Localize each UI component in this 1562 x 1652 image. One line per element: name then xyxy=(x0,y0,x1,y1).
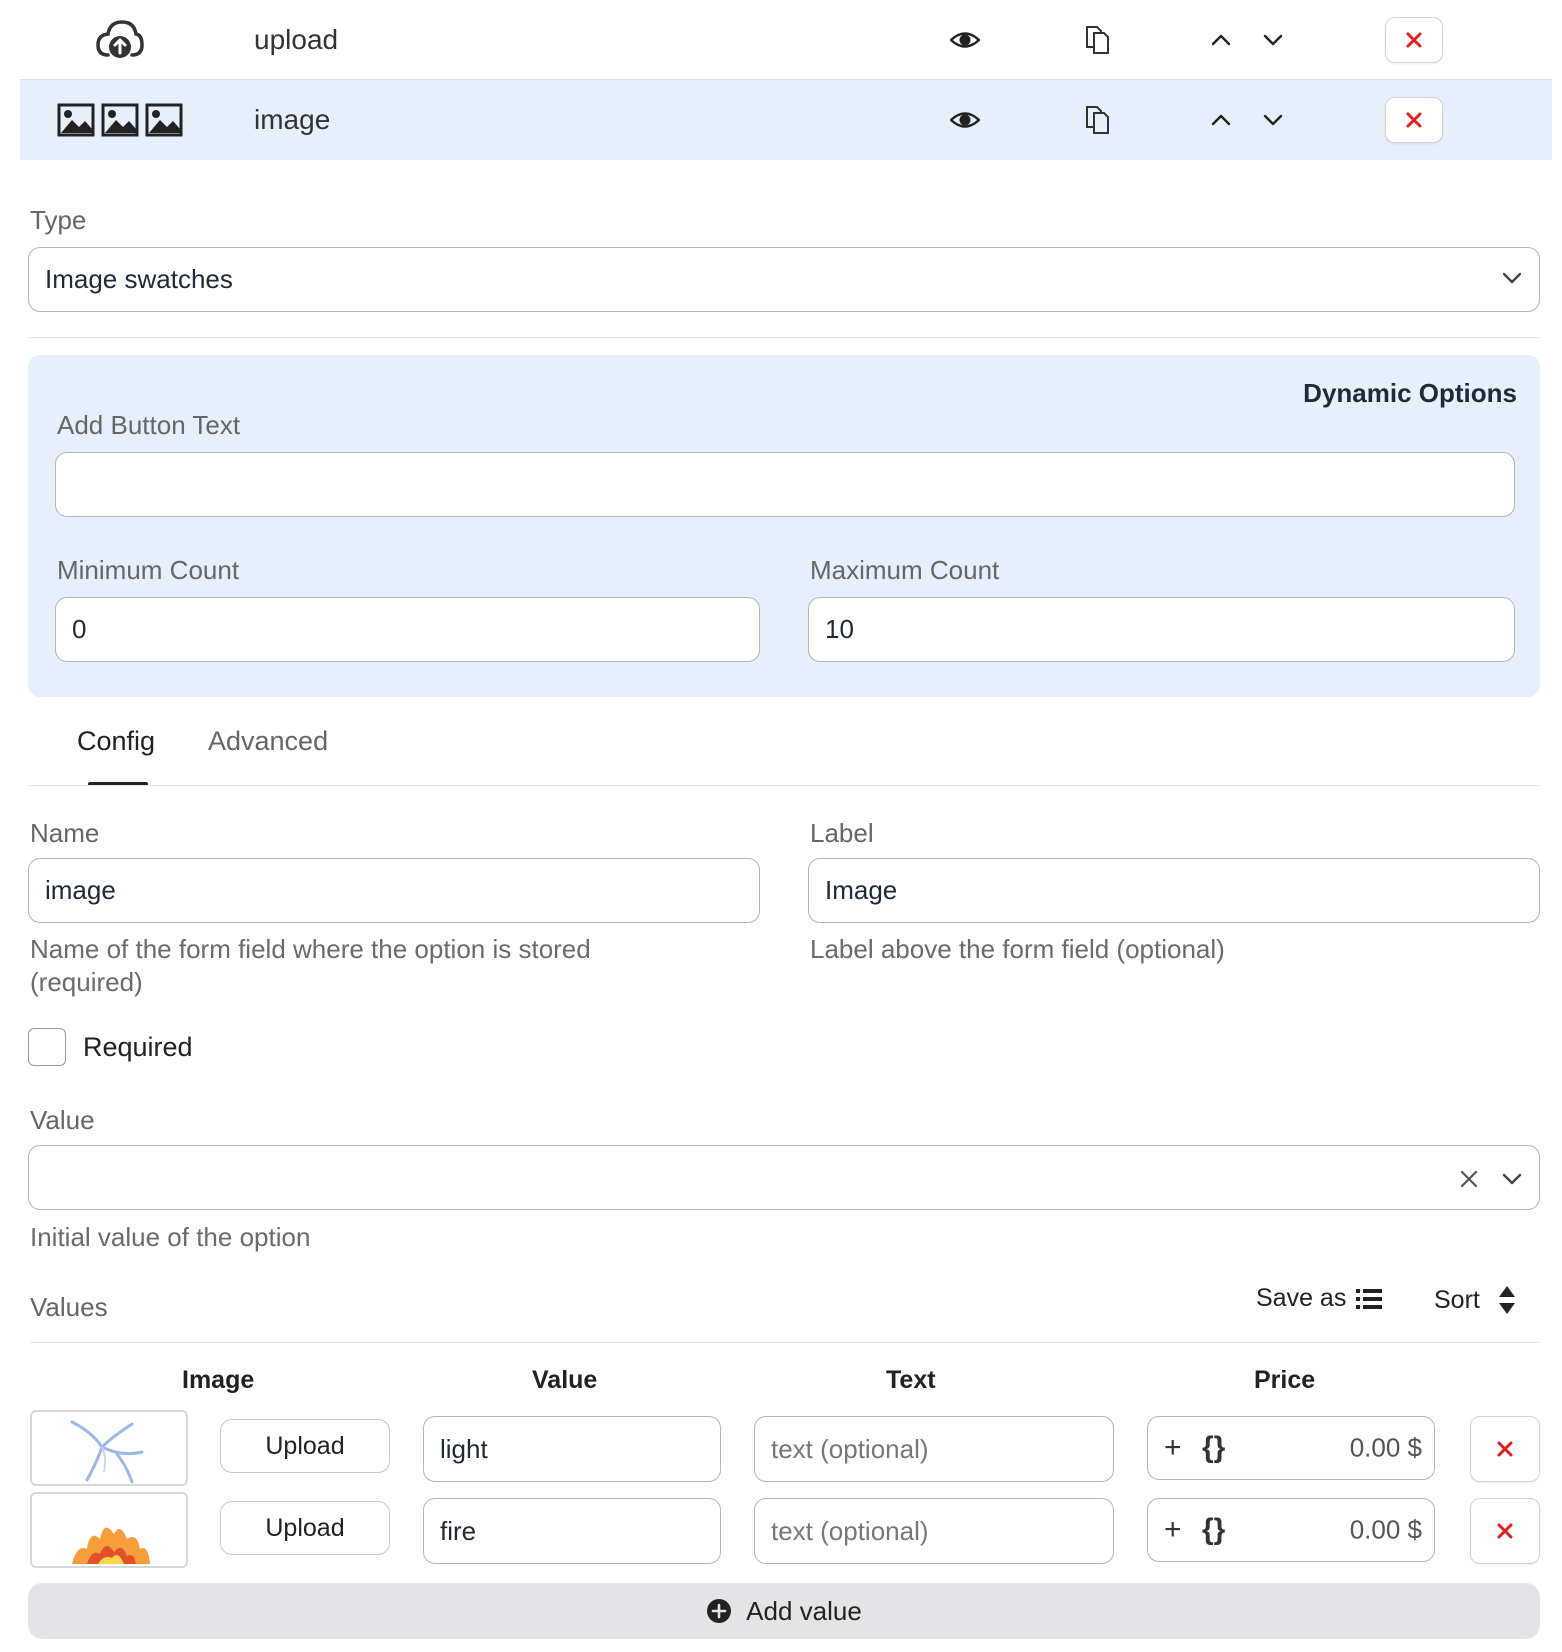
maximum-count-label: Maximum Count xyxy=(810,555,1000,585)
type-select-value: Image swatches xyxy=(45,264,233,294)
name-hint: Name of the form field where the option … xyxy=(30,934,591,997)
upload-button[interactable]: Upload xyxy=(220,1501,390,1555)
delete-value-button[interactable] xyxy=(1470,1498,1540,1564)
move-down-icon[interactable] xyxy=(1262,33,1284,47)
type-select[interactable]: Image swatches xyxy=(28,247,1540,312)
section-divider xyxy=(28,337,1540,338)
swatch-image[interactable] xyxy=(30,1492,188,1568)
label-input-value: Image xyxy=(825,875,898,905)
add-value-button[interactable]: Add value xyxy=(28,1583,1540,1639)
delete-value-button[interactable] xyxy=(1470,1416,1540,1482)
delete-row-button[interactable] xyxy=(1385,17,1443,63)
duplicate-icon[interactable] xyxy=(1084,25,1112,55)
option-value: fire xyxy=(440,1515,477,1546)
option-value-input[interactable]: light xyxy=(423,1416,721,1482)
price-value: 0.00 $ xyxy=(1349,1432,1422,1463)
chevron-down-icon xyxy=(1502,272,1522,284)
price-input[interactable]: + {} 0.00 $ xyxy=(1147,1498,1435,1562)
move-up-icon[interactable] xyxy=(1210,33,1232,47)
clear-icon[interactable] xyxy=(1459,1169,1479,1189)
sort-icon xyxy=(1498,1286,1515,1314)
tab-config[interactable]: Config xyxy=(77,726,155,757)
option-value: light xyxy=(440,1433,488,1464)
fire-image xyxy=(72,1527,150,1564)
duplicate-icon[interactable] xyxy=(1084,105,1112,135)
column-header-price: Price xyxy=(1254,1366,1316,1394)
price-value: 0.00 $ xyxy=(1349,1514,1422,1545)
add-button-text-input[interactable] xyxy=(55,452,1515,517)
type-label: Type xyxy=(30,205,87,235)
tabs-divider xyxy=(28,785,1540,786)
add-button-text-label: Add Button Text xyxy=(57,410,241,440)
chevron-down-icon xyxy=(1502,1173,1522,1185)
delete-row-button[interactable] xyxy=(1385,97,1443,143)
field-row-name: upload xyxy=(254,24,339,55)
field-row-image[interactable]: image xyxy=(20,80,1552,160)
dynamic-options-title: Dynamic Options xyxy=(1303,378,1517,408)
save-as-button[interactable]: Save as xyxy=(1256,1284,1383,1313)
label-label: Label xyxy=(810,818,874,848)
image-swatches-icon xyxy=(20,80,220,160)
field-row-name: image xyxy=(254,104,331,135)
required-checkbox[interactable] xyxy=(28,1028,66,1066)
minimum-count-label: Minimum Count xyxy=(57,555,240,585)
name-input-value: image xyxy=(45,875,116,905)
field-row-upload[interactable]: upload xyxy=(20,0,1552,80)
close-icon xyxy=(1406,32,1422,48)
name-label: Name xyxy=(30,818,100,848)
option-text-input[interactable]: text (optional) xyxy=(754,1416,1114,1482)
delete-row-wrap xyxy=(1385,97,1443,143)
price-input[interactable]: + {} 0.00 $ xyxy=(1147,1416,1435,1480)
lightning-image xyxy=(70,1420,144,1484)
column-header-image: Image xyxy=(182,1366,255,1394)
sort-button[interactable]: Sort xyxy=(1434,1284,1516,1316)
close-icon xyxy=(1497,1441,1513,1457)
close-icon xyxy=(1497,1523,1513,1539)
maximum-count-input[interactable]: 10 xyxy=(808,597,1515,662)
upload-button[interactable]: Upload xyxy=(220,1419,390,1473)
maximum-count-value: 10 xyxy=(825,614,854,644)
add-value-label: Add value xyxy=(746,1595,862,1626)
braces-icon[interactable]: {} xyxy=(1202,1431,1225,1465)
braces-icon[interactable]: {} xyxy=(1202,1513,1225,1547)
column-header-value: Value xyxy=(532,1366,598,1394)
move-up-icon[interactable] xyxy=(1210,113,1232,127)
plus-icon[interactable]: + xyxy=(1164,1431,1182,1465)
name-input[interactable]: image xyxy=(28,858,760,923)
value-label: Value xyxy=(30,1105,95,1135)
sort-label: Sort xyxy=(1434,1285,1480,1314)
delete-row-wrap xyxy=(1385,17,1443,63)
close-icon xyxy=(1406,112,1422,128)
eye-icon[interactable] xyxy=(950,30,980,50)
save-as-label: Save as xyxy=(1256,1284,1347,1312)
option-text-placeholder: text (optional) xyxy=(771,1515,929,1546)
plus-circle-icon xyxy=(707,1599,732,1623)
minimum-count-input[interactable]: 0 xyxy=(55,597,760,662)
values-divider xyxy=(30,1342,1540,1343)
column-header-text: Text xyxy=(886,1366,936,1394)
eye-icon[interactable] xyxy=(950,110,980,130)
option-text-input[interactable]: text (optional) xyxy=(754,1498,1114,1564)
option-value-input[interactable]: fire xyxy=(423,1498,721,1564)
move-down-icon[interactable] xyxy=(1262,113,1284,127)
value-hint: Initial value of the option xyxy=(30,1222,311,1252)
minimum-count-value: 0 xyxy=(72,614,87,644)
values-title: Values xyxy=(30,1292,108,1322)
cloud-upload-icon xyxy=(20,0,220,80)
label-hint: Label above the form field (optional) xyxy=(810,934,1225,964)
swatch-image[interactable] xyxy=(30,1410,188,1486)
tab-advanced[interactable]: Advanced xyxy=(208,726,328,757)
list-icon xyxy=(1356,1288,1383,1309)
option-text-placeholder: text (optional) xyxy=(771,1433,929,1464)
required-label: Required xyxy=(83,1032,193,1062)
value-select[interactable] xyxy=(28,1145,1540,1210)
plus-icon[interactable]: + xyxy=(1164,1513,1182,1547)
label-input[interactable]: Image xyxy=(808,858,1540,923)
